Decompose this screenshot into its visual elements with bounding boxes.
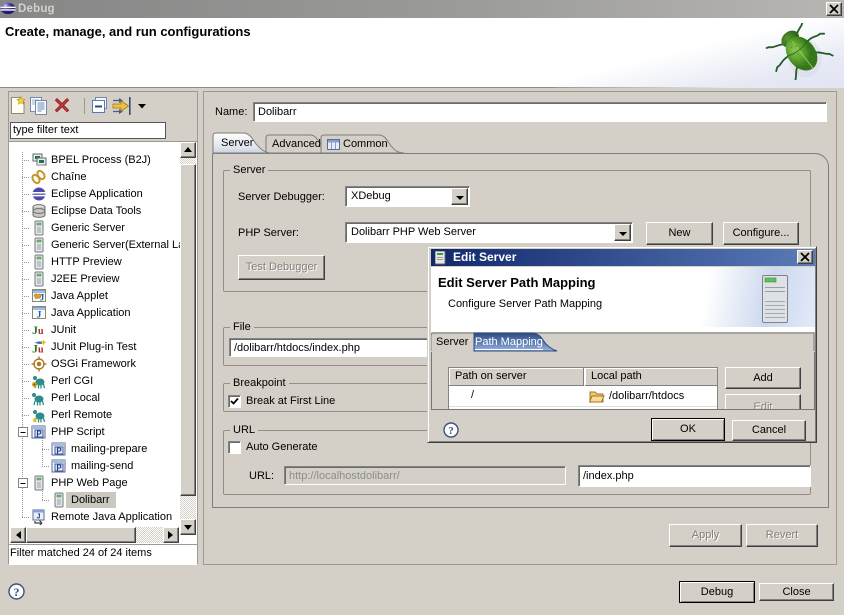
svg-text:?: ? [14, 585, 20, 599]
svg-text:u: u [38, 345, 44, 356]
svg-text:?: ? [448, 425, 454, 437]
svg-text:J: J [37, 514, 41, 521]
svg-text:u: u [38, 326, 44, 337]
svg-text:P: P [36, 430, 42, 439]
svg-text:P: P [56, 447, 62, 456]
svg-text:J: J [37, 311, 42, 321]
svg-text:P: P [56, 464, 62, 473]
svg-text:J: J [40, 293, 45, 303]
